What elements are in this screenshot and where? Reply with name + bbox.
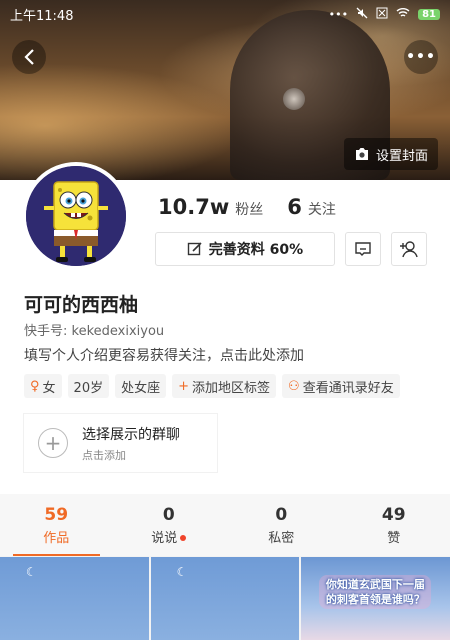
group-title: 选择展示的群聊 xyxy=(82,426,180,443)
edit-icon xyxy=(187,242,202,256)
set-cover-label: 设置封面 xyxy=(375,148,428,164)
plus-icon: + xyxy=(178,378,190,394)
fans-count[interactable]: 10.7w xyxy=(158,195,229,219)
moon-icon: ☾ xyxy=(176,565,188,579)
set-cover-button[interactable]: 设置封面 xyxy=(343,138,438,170)
profile-tags: ♀ 女 20岁 处女座 + 添加地区标签 ⚇ 查看通讯录好友 xyxy=(24,374,400,398)
add-user-icon xyxy=(400,241,418,258)
tag-gender[interactable]: ♀ 女 xyxy=(24,374,62,398)
tag-view-contacts[interactable]: ⚇ 查看通讯录好友 xyxy=(282,374,400,398)
spongebob-avatar-icon xyxy=(26,166,126,266)
tag-zodiac[interactable]: 处女座 xyxy=(115,374,167,398)
mute-icon xyxy=(356,7,368,22)
moon-icon: ☾ xyxy=(26,565,37,579)
work-thumbnail[interactable]: ☾ xyxy=(150,557,300,640)
bio-prompt[interactable]: 填写个人介绍更容易获得关注，点击此处添加 xyxy=(24,345,304,365)
complete-profile-button[interactable]: 完善资料 60% xyxy=(155,232,335,266)
cover-headlight xyxy=(283,88,305,110)
chevron-left-icon xyxy=(24,49,34,65)
share-box-icon xyxy=(355,242,371,256)
avatar[interactable] xyxy=(22,162,130,270)
tab-private[interactable]: 0 私密 xyxy=(225,494,338,556)
stats-row: 10.7w 粉丝 6 关注 xyxy=(158,195,354,219)
username: 可可的西西柚 xyxy=(24,294,139,316)
status-bar: 上午11:48 ••• 81 xyxy=(0,0,450,28)
thumbnail-caption: 你知道玄武国下一届的刺客首领是谁吗？ xyxy=(319,575,432,609)
group-subtitle: 点击添加 xyxy=(82,448,126,462)
camera-icon xyxy=(355,148,368,160)
battery-icon: 81 xyxy=(418,8,440,20)
following-count[interactable]: 6 xyxy=(287,195,302,219)
complete-profile-label: 完善资料 60% xyxy=(208,242,304,258)
content-tabs: 59 作品 0 说说 0 私密 49 赞 xyxy=(0,494,450,556)
work-thumbnail[interactable]: ☾ xyxy=(0,557,149,640)
work-thumbnail[interactable]: 你知道玄武国下一届的刺客首领是谁吗？ xyxy=(301,557,450,640)
more-icon: ••• xyxy=(406,49,436,65)
back-button[interactable] xyxy=(12,40,46,74)
plus-circle-icon: + xyxy=(38,428,68,458)
tab-works[interactable]: 59 作品 xyxy=(0,494,113,556)
kuaishou-id[interactable]: 快手号: kekedexixiyou xyxy=(24,320,164,339)
more-button[interactable]: ••• xyxy=(404,40,438,74)
status-time: 上午11:48 xyxy=(10,8,74,24)
add-friend-button[interactable] xyxy=(391,232,427,266)
contacts-icon: ⚇ xyxy=(288,378,300,394)
group-chat-card[interactable]: + 选择展示的群聊 点击添加 xyxy=(24,414,217,472)
sim-icon xyxy=(376,7,388,22)
female-icon: ♀ xyxy=(30,378,40,394)
tag-add-region[interactable]: + 添加地区标签 xyxy=(172,374,277,398)
tag-age[interactable]: 20岁 xyxy=(67,374,110,398)
dots-icon: ••• xyxy=(328,7,349,21)
share-profile-button[interactable] xyxy=(345,232,381,266)
fans-label[interactable]: 粉丝 xyxy=(235,199,263,219)
works-grid: ☾ ☾ 你知道玄武国下一届的刺客首领是谁吗？ xyxy=(0,557,450,640)
wifi-icon xyxy=(396,7,410,22)
notification-dot xyxy=(180,535,187,541)
status-icons: ••• 81 xyxy=(329,7,440,22)
tab-likes[interactable]: 49 赞 xyxy=(338,494,450,556)
tab-moments[interactable]: 0 说说 xyxy=(113,494,226,556)
following-label[interactable]: 关注 xyxy=(308,199,336,219)
